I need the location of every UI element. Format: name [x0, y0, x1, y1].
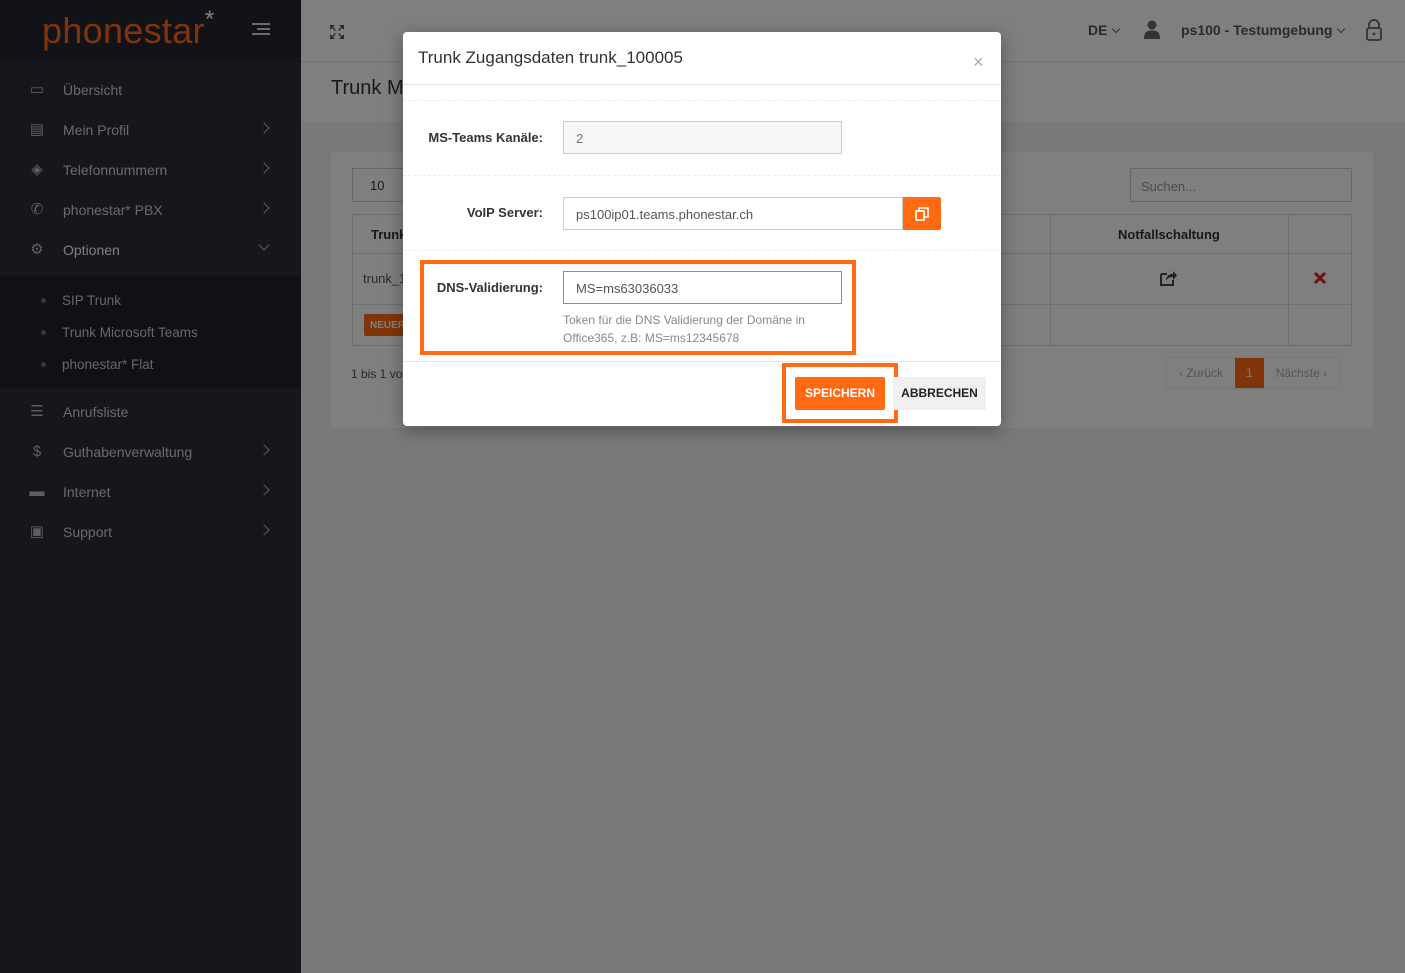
cancel-button[interactable]: ABBRECHEN: [893, 377, 986, 410]
copy-button[interactable]: [903, 197, 941, 230]
trunk-credentials-modal: Trunk Zugangsdaten trunk_100005 × MS-Tea…: [403, 32, 1001, 426]
channels-field: 2: [563, 121, 842, 154]
voip-server-field[interactable]: ps100ip01.teams.phonestar.ch: [563, 197, 903, 230]
dns-help-text: Token für die DNS Validierung der Domäne…: [563, 313, 805, 345]
copy-icon: [915, 207, 929, 221]
modal-divider: [403, 175, 1001, 176]
save-button[interactable]: SPEICHERN: [795, 377, 885, 410]
dns-validation-field[interactable]: MS=ms63036033: [563, 271, 842, 304]
channels-label: MS-Teams Kanäle:: [428, 130, 543, 145]
dns-validation-label: DNS-Validierung:: [436, 280, 543, 295]
modal-divider: [403, 100, 1001, 101]
modal-divider: [403, 84, 1001, 85]
modal-title: Trunk Zugangsdaten trunk_100005: [418, 48, 683, 67]
close-icon[interactable]: ×: [973, 52, 984, 73]
voip-server-label: VoIP Server:: [466, 205, 543, 220]
modal-divider: [403, 361, 1001, 362]
modal-divider: [403, 250, 1001, 251]
